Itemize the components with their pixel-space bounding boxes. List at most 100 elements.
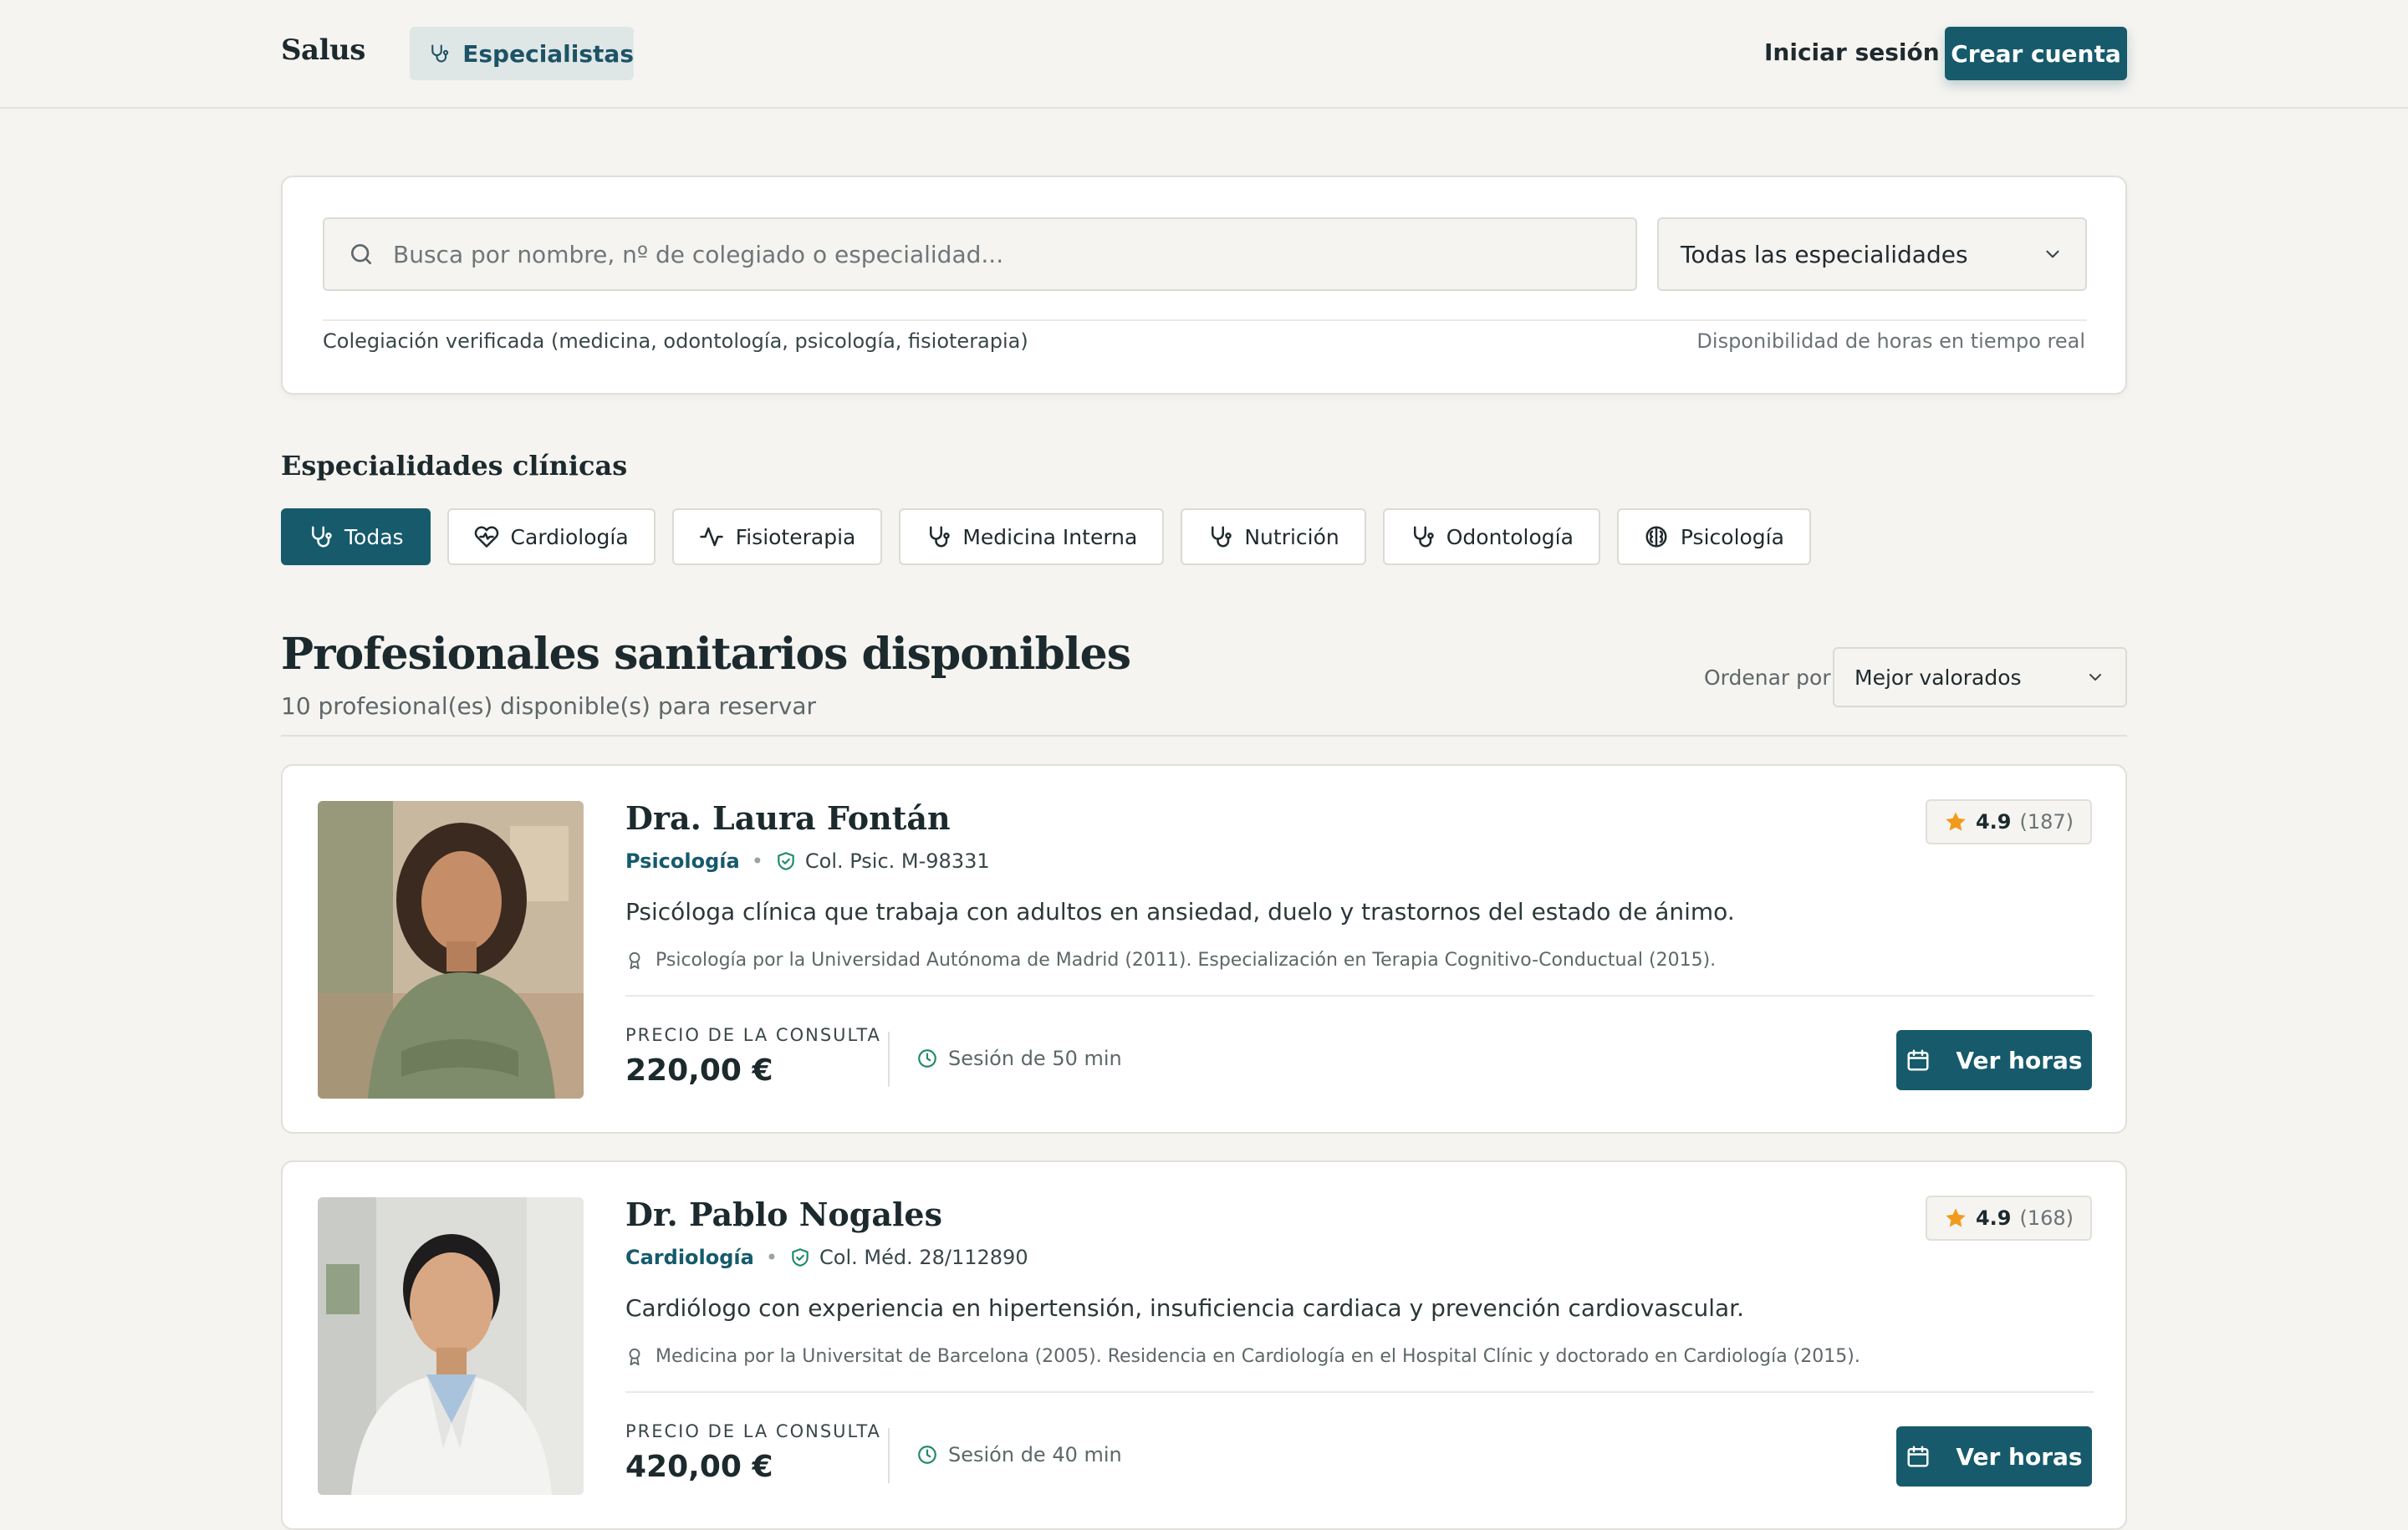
chip-label: Psicología — [1680, 524, 1784, 549]
doctor-name[interactable]: Dra. Laura Fontán — [625, 799, 951, 837]
rating-badge: 4.9 (187) — [1925, 799, 2092, 844]
doctor-education-text: Medicina por la Universitat de Barcelona… — [656, 1346, 1860, 1367]
availability-note: Disponibilidad de horas en tiempo real — [1696, 329, 2085, 353]
clock-icon — [918, 1049, 936, 1068]
search-icon — [351, 244, 371, 264]
chip-fisioterapia[interactable]: Fisioterapia — [671, 508, 883, 565]
nav-especialistas-label: Especialistas — [462, 39, 634, 68]
award-icon — [629, 951, 640, 969]
consultation-price: 220,00 € — [625, 1053, 773, 1088]
search-panel: Busca por nombre, nº de colegiado o espe… — [281, 176, 2127, 395]
chip-label: Medicina Interna — [962, 524, 1138, 549]
chip-medicina-interna[interactable]: Medicina Interna — [899, 508, 1165, 565]
doctor-license-text: Col. Méd. 28/112890 — [819, 1246, 1028, 1269]
specialty-select-value: Todas las especialidades — [1681, 240, 1968, 268]
session-duration-text: Sesión de 40 min — [948, 1443, 1122, 1466]
view-hours-button[interactable]: Ver horas — [1896, 1426, 2092, 1487]
doctor-education-text: Psicología por la Universidad Autónoma d… — [656, 950, 1717, 971]
price-label: PRECIO DE LA CONSULTA — [625, 1025, 881, 1045]
rating-score: 4.9 — [1975, 1206, 2012, 1230]
view-hours-button[interactable]: Ver horas — [1896, 1030, 2092, 1090]
doctor-meta: Psicología • Col. Psic. M-98331 — [625, 849, 990, 873]
chevron-down-icon — [2089, 674, 2101, 681]
specialties-heading: Especialidades clínicas — [281, 450, 628, 482]
doctor-license: Col. Psic. M-98331 — [775, 849, 990, 873]
rating-badge: 4.9 (168) — [1925, 1196, 2092, 1241]
rating-score: 4.9 — [1975, 810, 2012, 834]
session-duration: Sesión de 40 min — [916, 1443, 1122, 1466]
divider — [281, 735, 2127, 737]
sort-select-value: Mejor valorados — [1854, 665, 2022, 690]
clock-icon — [918, 1446, 936, 1464]
star-icon — [1946, 812, 1966, 831]
stethoscope-icon — [1413, 526, 1434, 548]
sort-label: Ordenar por: — [1704, 666, 1838, 690]
chip-todas[interactable]: Todas — [281, 508, 431, 565]
results-count: 10 profesional(es) disponible(s) para re… — [281, 692, 817, 720]
activity-icon — [699, 527, 723, 547]
signup-button[interactable]: Crear cuenta — [1945, 27, 2127, 80]
doctor-photo[interactable] — [318, 1197, 584, 1495]
specialty-chips: Todas Cardiología Fisioterapia Medicina … — [281, 508, 1811, 565]
chip-label: Odontología — [1446, 524, 1574, 549]
doctor-license-text: Col. Psic. M-98331 — [804, 849, 990, 873]
price-label: PRECIO DE LA CONSULTA — [625, 1421, 881, 1441]
star-icon — [1946, 1208, 1966, 1227]
stethoscope-icon — [1212, 526, 1232, 548]
stethoscope-icon — [930, 526, 951, 548]
chip-psicologia[interactable]: Psicología — [1616, 508, 1811, 565]
divider — [625, 1391, 2094, 1393]
heart-icon — [474, 526, 498, 548]
login-link[interactable]: Iniciar sesión — [1764, 38, 1940, 66]
doctor-photo[interactable] — [318, 801, 584, 1099]
doctor-meta: Cardiología • Col. Méd. 28/112890 — [625, 1246, 1028, 1269]
chip-nutricion[interactable]: Nutrición — [1181, 508, 1366, 565]
separator-dot: • — [765, 1246, 778, 1269]
rating-count: (168) — [2019, 1206, 2074, 1230]
results-title: Profesionales sanitarios disponibles — [281, 629, 1131, 680]
chip-label: Fisioterapia — [735, 524, 856, 549]
doctor-card: Dr. Pablo Nogales Cardiología • Col. Méd… — [281, 1160, 2127, 1530]
session-duration-text: Sesión de 50 min — [948, 1047, 1122, 1070]
brand-logo[interactable]: Salus — [281, 33, 365, 67]
calendar-icon — [1907, 1446, 1929, 1467]
sort-select[interactable]: Mejor valorados — [1833, 647, 2127, 707]
top-navigation-bar: Salus Especialistas Iniciar sesión Crear… — [0, 0, 2408, 109]
stethoscope-icon — [431, 44, 449, 63]
chip-odontologia[interactable]: Odontología — [1382, 508, 1600, 565]
chip-label: Todas — [344, 524, 404, 549]
doctor-bio: Psicóloga clínica que trabaja con adulto… — [625, 898, 1735, 926]
calendar-icon — [1907, 1049, 1929, 1071]
stethoscope-icon — [312, 526, 332, 548]
award-icon — [629, 1348, 640, 1365]
doctor-card: Dra. Laura Fontán Psicología • Col. Psic… — [281, 764, 2127, 1134]
vertical-divider — [888, 1428, 890, 1483]
divider — [625, 995, 2094, 997]
doctor-name[interactable]: Dr. Pablo Nogales — [625, 1196, 942, 1233]
doctor-education: Medicina por la Universitat de Barcelona… — [625, 1346, 1860, 1367]
view-hours-label: Ver horas — [1956, 1046, 2083, 1074]
vertical-divider — [888, 1032, 890, 1087]
doctor-specialty: Cardiología — [625, 1246, 754, 1269]
separator-dot: • — [751, 849, 763, 873]
search-input[interactable]: Busca por nombre, nº de colegiado o espe… — [323, 217, 1637, 291]
chip-cardiologia[interactable]: Cardiología — [446, 508, 656, 565]
specialty-select[interactable]: Todas las especialidades — [1657, 217, 2087, 291]
doctor-license: Col. Méd. 28/112890 — [789, 1246, 1028, 1269]
chevron-down-icon — [2046, 250, 2059, 258]
shield-check-icon — [778, 852, 794, 870]
nav-especialistas[interactable]: Especialistas — [410, 27, 634, 80]
doctor-specialty: Psicología — [625, 849, 740, 873]
consultation-price: 420,00 € — [625, 1450, 773, 1484]
divider — [323, 319, 2087, 321]
brain-icon — [1645, 526, 1667, 548]
rating-count: (187) — [2019, 810, 2074, 834]
session-duration: Sesión de 50 min — [916, 1047, 1122, 1070]
chip-label: Nutrición — [1244, 524, 1339, 549]
search-placeholder: Busca por nombre, nº de colegiado o espe… — [393, 240, 1004, 268]
doctor-education: Psicología por la Universidad Autónoma d… — [625, 950, 1716, 971]
doctor-bio: Cardiólogo con experiencia en hipertensi… — [625, 1294, 1744, 1322]
view-hours-label: Ver horas — [1956, 1442, 2083, 1471]
verification-note: Colegiación verificada (medicina, odonto… — [323, 329, 1028, 353]
shield-check-icon — [792, 1248, 809, 1267]
